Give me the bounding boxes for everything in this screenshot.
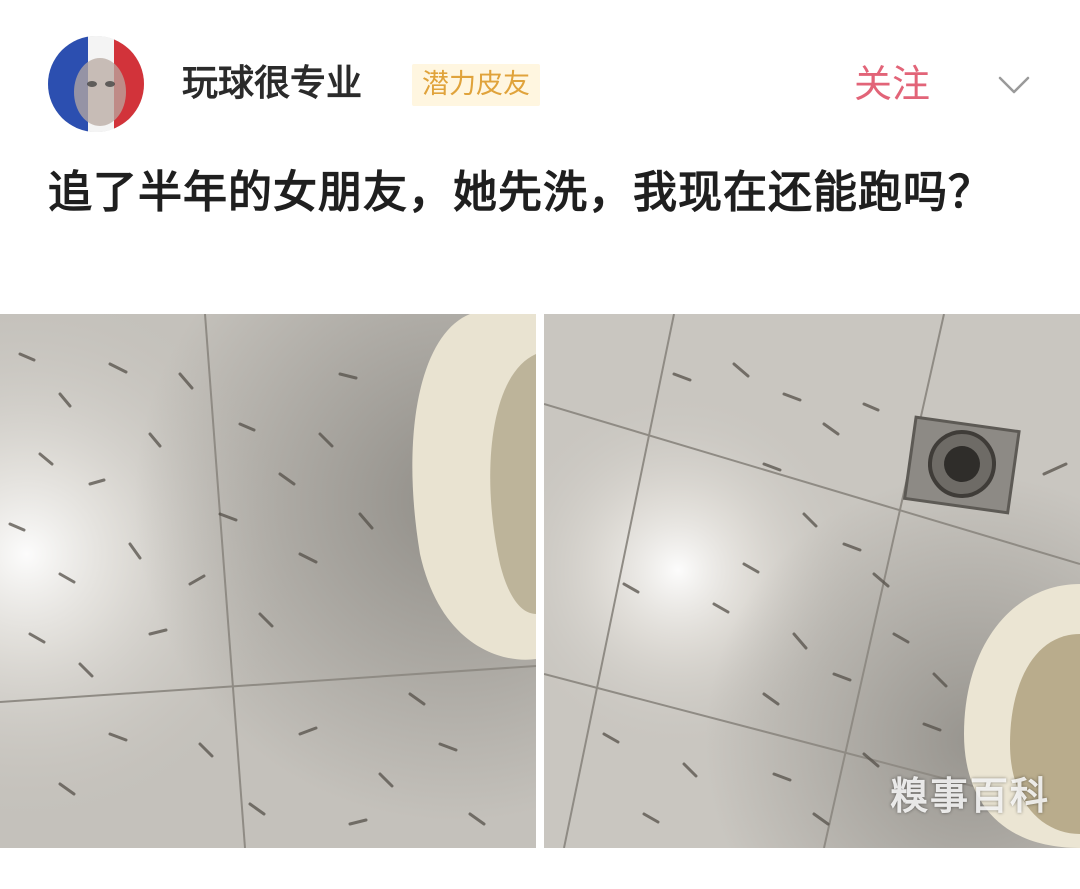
author-name[interactable]: 玩球很专业 xyxy=(182,58,362,110)
follow-button[interactable]: 关注 xyxy=(854,58,930,110)
user-level-badge: 潜力皮友 xyxy=(412,64,540,106)
chevron-down-icon[interactable] xyxy=(996,66,1032,102)
photo-bathroom-floor-left[interactable] xyxy=(0,314,536,848)
avatar-portrait-icon xyxy=(48,36,144,132)
author-avatar[interactable] xyxy=(48,36,144,132)
bathroom-floor-image xyxy=(0,314,536,848)
watermark-text: 糗事百科 xyxy=(889,774,1050,818)
photo-bathroom-floor-right[interactable]: 糗事百科 xyxy=(544,314,1080,848)
post-text: 追了半年的女朋友，她先洗，我现在还能跑吗？ xyxy=(48,167,993,218)
